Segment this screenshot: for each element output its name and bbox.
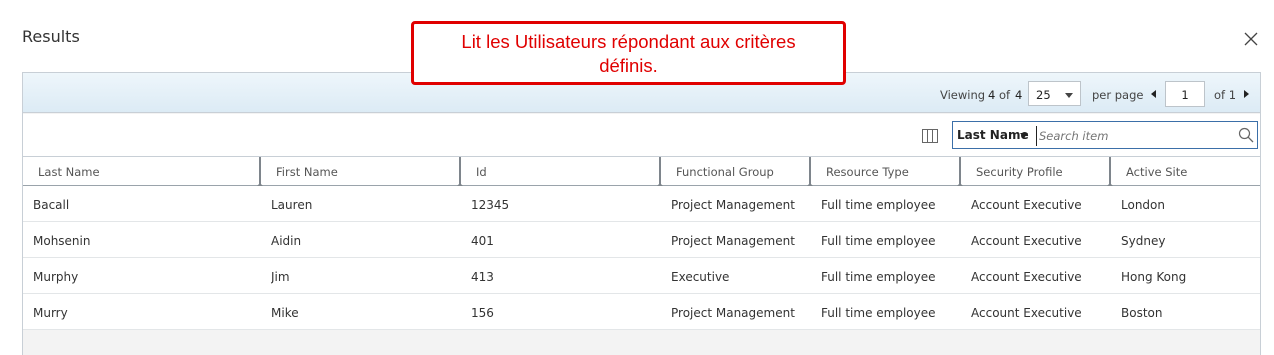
chevron-down-icon[interactable] [1020,133,1028,138]
table-header: Last Name First Name Id Functional Group… [23,157,1260,187]
cell-active-site: London [1121,198,1165,212]
cell-resource-type: Full time employee [821,270,936,284]
cell-resource-type: Full time employee [821,234,936,248]
cell-first-name: Aidin [271,234,302,248]
viewing-of-label: of [999,88,1011,102]
cell-functional-group: Executive [671,270,730,284]
cell-first-name: Jim [271,270,290,284]
cell-id: 401 [471,234,494,248]
search-box: Last Name [952,121,1258,149]
dialog-title: Results [22,27,80,46]
cell-last-name: Murphy [33,270,79,284]
table-body: Bacall Lauren 12345 Project Management F… [23,186,1260,330]
table-row[interactable]: Murry Mike 156 Project Management E Full… [23,294,1260,330]
cell-last-name: Bacall [33,198,70,212]
cell-functional-group: Project Management E [671,306,799,320]
cell-id: 12345 [471,198,510,212]
cell-functional-group: Project Management [671,198,795,212]
search-field-select[interactable]: Last Name [957,128,1029,142]
page-number-input[interactable]: 1 [1165,81,1205,107]
cell-last-name: Murry [33,306,68,320]
cell-active-site: Sydney [1121,234,1166,248]
columns-icon[interactable] [922,129,938,143]
cell-security-profile: Account Executive [971,198,1082,212]
next-page-icon[interactable] [1244,90,1249,98]
cell-functional-group: Project Management [671,234,795,248]
cell-first-name: Lauren [271,198,313,212]
table-row[interactable]: Bacall Lauren 12345 Project Management F… [23,186,1260,222]
of-pages-label: of 1 [1214,88,1237,102]
cell-id: 413 [471,270,494,284]
results-panel: Viewing 4 of 4 25 per page 1 of 1 Last N… [22,72,1261,355]
column-header-id[interactable]: Id [461,157,659,185]
per-page-select[interactable]: 25 [1028,81,1081,106]
per-page-label: per page [1092,88,1144,102]
grid-toolbar: Last Name [23,114,1260,157]
cell-security-profile: Account Executive [971,234,1082,248]
chevron-down-icon [1065,93,1073,98]
search-icon[interactable] [1238,127,1254,143]
annotation-callout: Lit les Utilisateurs répondant aux critè… [411,21,846,85]
column-header-resource-type[interactable]: Resource Type [811,157,959,185]
cell-resource-type: Full time employee [821,306,936,320]
cell-active-site: Hong Kong [1121,270,1187,284]
close-icon[interactable] [1243,31,1259,47]
cell-security-profile: Account Executive [971,270,1082,284]
column-header-last-name[interactable]: Last Name [23,157,259,185]
viewing-total: 4 [1015,88,1023,102]
annotation-line-2: définis. [599,55,658,76]
cell-id: 156 [471,306,494,320]
prev-page-icon[interactable] [1151,90,1156,98]
column-header-functional-group[interactable]: Functional Group [661,157,809,185]
viewing-label: Viewing [940,88,986,102]
cell-active-site: Boston [1121,306,1163,320]
search-input[interactable] [1036,126,1226,146]
column-header-first-name[interactable]: First Name [261,157,459,185]
table-row[interactable]: Murphy Jim 413 Executive Full time emplo… [23,258,1260,294]
cell-first-name: Mike [271,306,299,320]
annotation-line-1: Lit les Utilisateurs répondant aux critè… [461,31,796,52]
per-page-value: 25 [1036,88,1051,102]
viewing-count: 4 [988,88,996,102]
cell-resource-type: Full time employee [821,198,936,212]
column-header-active-site[interactable]: Active Site [1111,157,1259,185]
column-header-security-profile[interactable]: Security Profile [961,157,1109,185]
cell-last-name: Mohsenin [33,234,91,248]
cell-security-profile: Account Executive [971,306,1082,320]
table-row[interactable]: Mohsenin Aidin 401 Project Management Fu… [23,222,1260,258]
